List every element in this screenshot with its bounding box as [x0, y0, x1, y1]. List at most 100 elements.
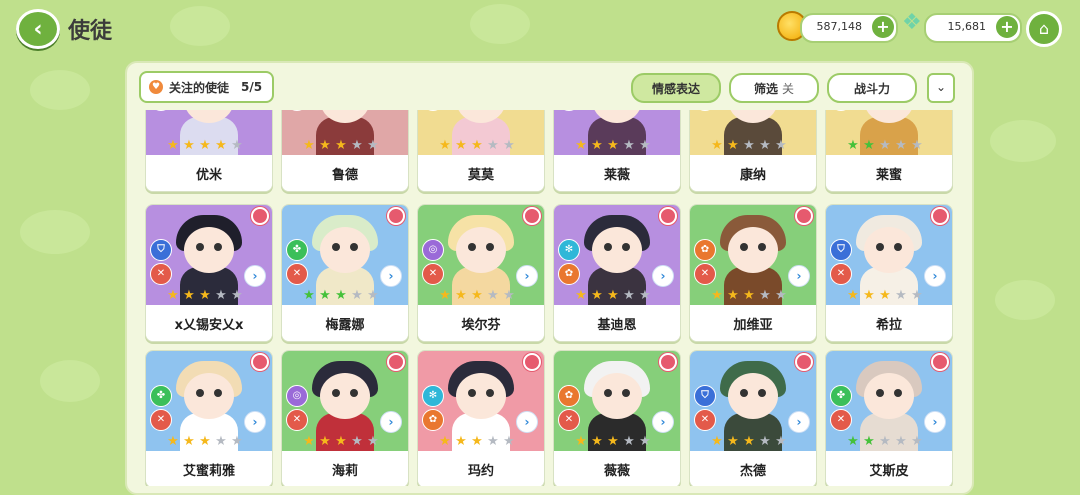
favorite-flower-icon[interactable]	[931, 353, 949, 371]
back-button[interactable]: ‹	[16, 9, 60, 49]
apostle-name: 薇薇	[554, 451, 680, 486]
detail-arrow-button[interactable]: ›	[924, 411, 946, 433]
detail-arrow-button[interactable]: ›	[652, 265, 674, 287]
detail-arrow-button[interactable]: ›	[924, 265, 946, 287]
apostle-card[interactable]: ⛉ ✕ › ★ ★ ★ ★ ★ 希拉	[825, 204, 953, 342]
add-crystal-button[interactable]: +	[996, 16, 1018, 38]
favorites-count: 5/5	[241, 80, 263, 94]
power-sort-button[interactable]: 战斗力	[827, 73, 917, 103]
apostle-card[interactable]: ✻✿›★★★★★康纳	[689, 110, 817, 192]
favorite-flower-icon[interactable]	[387, 353, 405, 371]
apostle-card[interactable]: ✻ ✿ › ★ ★ ★ ★ ★ 玛约	[417, 350, 545, 486]
star-filled-icon: ★	[471, 288, 483, 303]
star-empty-icon: ★	[759, 288, 771, 303]
apostle-card[interactable]: ✿ ✕ › ★ ★ ★ ★ ★ 薇薇	[553, 350, 681, 486]
eye	[622, 243, 630, 251]
star-empty-icon: ★	[775, 138, 787, 153]
filter-label: 筛选	[753, 81, 778, 96]
detail-arrow-button[interactable]: ›	[380, 265, 402, 287]
detail-arrow-button[interactable]: ›	[516, 265, 538, 287]
power-sort-label: 战斗力	[853, 81, 890, 96]
collapse-button[interactable]: ⌄	[927, 73, 955, 103]
star-filled-icon: ★	[863, 288, 875, 303]
detail-arrow-button[interactable]: ›	[788, 411, 810, 433]
detail-arrow-button[interactable]: ›	[380, 411, 402, 433]
favorite-flower-icon[interactable]	[523, 353, 541, 371]
character-face	[864, 227, 914, 273]
favorite-flower-icon[interactable]	[795, 353, 813, 371]
apostle-name: 莱蜜	[826, 155, 952, 191]
eye	[468, 389, 476, 397]
apostle-card[interactable]: ◎ ✕ › ★ ★ ★ ★ ★ 埃尔芬	[417, 204, 545, 342]
character-face	[456, 373, 506, 419]
attribute-badge-icon: ✻	[422, 385, 444, 407]
apostle-card[interactable]: ◎ ✕ › ★ ★ ★ ★ ★ 海莉	[281, 350, 409, 486]
favorite-flower-icon[interactable]	[387, 207, 405, 225]
favorite-flower-icon[interactable]	[251, 353, 269, 371]
attribute-badge-icon: ⛉	[150, 239, 172, 261]
star-empty-icon: ★	[351, 138, 363, 153]
apostle-card[interactable]: ⛉✕›★★★★★鲁德	[281, 110, 409, 192]
star-empty-icon: ★	[215, 434, 227, 449]
star-filled-icon: ★	[847, 138, 859, 153]
star-empty-icon: ★	[503, 434, 515, 449]
star-rating: ★ ★ ★ ★ ★	[438, 139, 516, 153]
star-filled-icon: ★	[439, 138, 451, 153]
eye	[876, 389, 884, 397]
star-filled-icon: ★	[183, 434, 195, 449]
apostle-card[interactable]: ✿ ✕ › ★ ★ ★ ★ ★ 加维亚	[689, 204, 817, 342]
star-filled-icon: ★	[607, 288, 619, 303]
character-face	[728, 227, 778, 273]
apostle-card[interactable]: ✿✕›★★★★★优米	[145, 110, 273, 192]
eye	[350, 243, 358, 251]
detail-arrow-button[interactable]: ›	[244, 265, 266, 287]
home-button[interactable]: ⌂	[1026, 11, 1062, 47]
apostle-card[interactable]: ✤ ✕ › ★ ★ ★ ★ ★ 艾蜜莉雅	[145, 350, 273, 486]
bg-decoration	[30, 70, 90, 110]
eye	[740, 243, 748, 251]
add-gold-button[interactable]: +	[872, 16, 894, 38]
eye	[622, 389, 630, 397]
eye	[332, 243, 340, 251]
star-filled-icon: ★	[199, 434, 211, 449]
filter-button[interactable]: 筛选 关	[729, 73, 819, 103]
detail-arrow-button[interactable]: ›	[244, 411, 266, 433]
double-chevron-down-icon: ⌄	[935, 80, 947, 94]
bg-decoration	[995, 280, 1055, 320]
apostle-card[interactable]: ✿✕›★★★★★莱蜜	[825, 110, 953, 192]
detail-arrow-button[interactable]: ›	[788, 265, 810, 287]
apostle-card[interactable]: ◎✕›★★★★★莱薇	[553, 110, 681, 192]
apostle-card[interactable]: ✤ ✕ › ★ ★ ★ ★ ★ 梅露娜	[281, 204, 409, 342]
star-filled-icon: ★	[847, 288, 859, 303]
attribute-badge-icon: ✻	[558, 239, 580, 261]
favorite-flower-icon[interactable]	[523, 207, 541, 225]
apostle-card[interactable]: ⛉ ✕ › ★ ★ ★ ★ ★ ⅹ乂锡安乂ⅹ	[145, 204, 273, 342]
star-empty-icon: ★	[503, 288, 515, 303]
apostle-grid: ✿✕›★★★★★优米⛉✕›★★★★★鲁德✤✕›★★★★★莫莫◎✕›★★★★★莱薇…	[143, 110, 953, 486]
star-filled-icon: ★	[879, 288, 891, 303]
favorite-flower-icon[interactable]	[659, 207, 677, 225]
apostle-card[interactable]: ✤ ✕ › ★ ★ ★ ★ ★ 艾斯皮	[825, 350, 953, 486]
eye	[214, 389, 222, 397]
attribute-badge-icon: ◎	[286, 385, 308, 407]
eye	[604, 243, 612, 251]
favorite-flower-icon[interactable]	[795, 207, 813, 225]
emotion-button[interactable]: 情感表达	[631, 73, 721, 103]
attribute-badge-icon: ✕	[286, 263, 308, 285]
apostle-card[interactable]: ✻ ✿ › ★ ★ ★ ★ ★ 基迪恩	[553, 204, 681, 342]
eye	[758, 389, 766, 397]
favorite-flower-icon[interactable]	[659, 353, 677, 371]
star-rating: ★ ★ ★ ★ ★	[166, 289, 244, 303]
apostle-card[interactable]: ✤✕›★★★★★莫莫	[417, 110, 545, 192]
crystal-icon: ❖	[902, 10, 922, 35]
detail-arrow-button[interactable]: ›	[516, 411, 538, 433]
detail-arrow-button[interactable]: ›	[652, 411, 674, 433]
favorites-toggle[interactable]: ♥ 关注的使徒 5/5	[139, 71, 275, 103]
favorite-flower-icon[interactable]	[931, 207, 949, 225]
character-face	[592, 373, 642, 419]
favorite-flower-icon[interactable]	[251, 207, 269, 225]
apostle-card[interactable]: ⛉ ✕ › ★ ★ ★ ★ ★ 杰德	[689, 350, 817, 486]
star-filled-icon: ★	[319, 138, 331, 153]
star-rating: ★ ★ ★ ★ ★	[438, 289, 516, 303]
star-filled-icon: ★	[727, 434, 739, 449]
